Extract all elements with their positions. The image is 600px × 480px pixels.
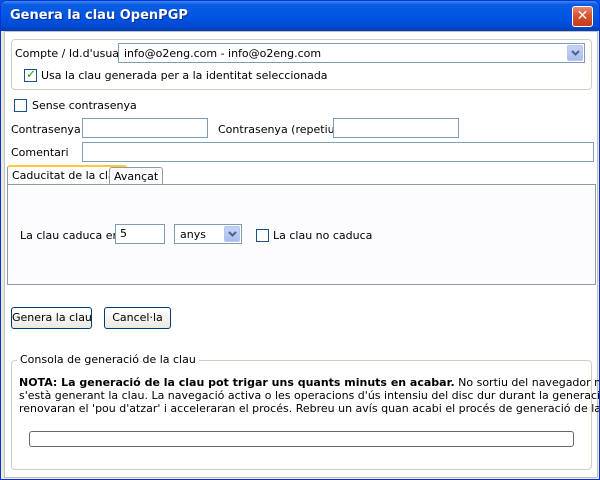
console-note-rest: No sortiu del navegador mentre (458, 376, 599, 389)
chevron-down-icon[interactable] (224, 226, 240, 242)
account-select[interactable]: info@o2eng.com - info@o2eng.com (118, 43, 585, 63)
console-note-line-1: NOTA: La generació de la clau pot trigar… (19, 376, 599, 389)
dialog-content: Compte / Id.d'usuari info@o2eng.com - in… (4, 31, 600, 478)
check-icon: ✓ (26, 67, 37, 81)
title-bar[interactable]: Genera la clau OpenPGP ✕ (1, 1, 599, 31)
expiry-unit-value: anys (180, 228, 206, 241)
comment-input[interactable] (82, 142, 594, 162)
console-note-bold: NOTA: La generació de la clau pot trigar… (19, 376, 455, 389)
no-passphrase-checkbox[interactable] (14, 99, 27, 112)
passphrase-label: Contrasenya (11, 123, 81, 136)
expiry-amount-input[interactable]: 5 (115, 224, 165, 244)
generation-progress-bar (29, 431, 574, 447)
expiry-label: La clau caduca en (20, 229, 120, 242)
cancel-button[interactable]: Cancel·la (104, 307, 171, 329)
expiry-tab-panel: La clau caduca en 5 anys La clau no cadu… (7, 184, 596, 285)
dialog-window: Genera la clau OpenPGP ✕ Compte / Id.d'u… (0, 0, 600, 480)
close-icon: ✕ (576, 8, 589, 24)
expiry-unit-select[interactable]: anys (174, 224, 242, 244)
repeat-passphrase-label: Contrasenya (repetiu) (218, 123, 339, 136)
window-title: Genera la clau OpenPGP (10, 8, 188, 23)
chevron-down-icon[interactable] (567, 45, 583, 61)
tab-advanced[interactable]: Avançat (109, 167, 164, 185)
account-label: Compte / Id.d'usuari (15, 47, 127, 60)
key-generation-console: Consola de generació de la clau NOTA: La… (11, 353, 600, 470)
console-note-line-2: s'està generant la clau. La navegació ac… (19, 389, 600, 402)
console-legend: Consola de generació de la clau (17, 353, 199, 366)
generate-key-button[interactable]: Genera la clau (11, 307, 92, 329)
use-key-checkbox[interactable]: ✓ (24, 67, 37, 82)
console-note-line-3: renovaran el 'pou d'atzar' i acceleraran… (19, 402, 600, 415)
use-key-label: Usa la clau generada per a la identitat … (41, 69, 328, 82)
tab-key-expiry-label: Caducitat de la clau (12, 169, 122, 182)
never-expire-checkbox[interactable] (256, 229, 269, 242)
close-button[interactable]: ✕ (572, 6, 593, 27)
account-group: Compte / Id.d'usuari info@o2eng.com - in… (11, 39, 592, 90)
tab-advanced-label: Avançat (114, 170, 159, 183)
comment-label: Comentari (11, 146, 69, 159)
account-selected-value: info@o2eng.com - info@o2eng.com (124, 47, 322, 60)
no-passphrase-label: Sense contrasenya (32, 99, 137, 112)
repeat-passphrase-input[interactable] (333, 118, 459, 138)
console-note: NOTA: La generació de la clau pot trigar… (19, 376, 600, 415)
passphrase-input[interactable] (82, 118, 208, 138)
never-expire-label: La clau no caduca (273, 229, 373, 242)
